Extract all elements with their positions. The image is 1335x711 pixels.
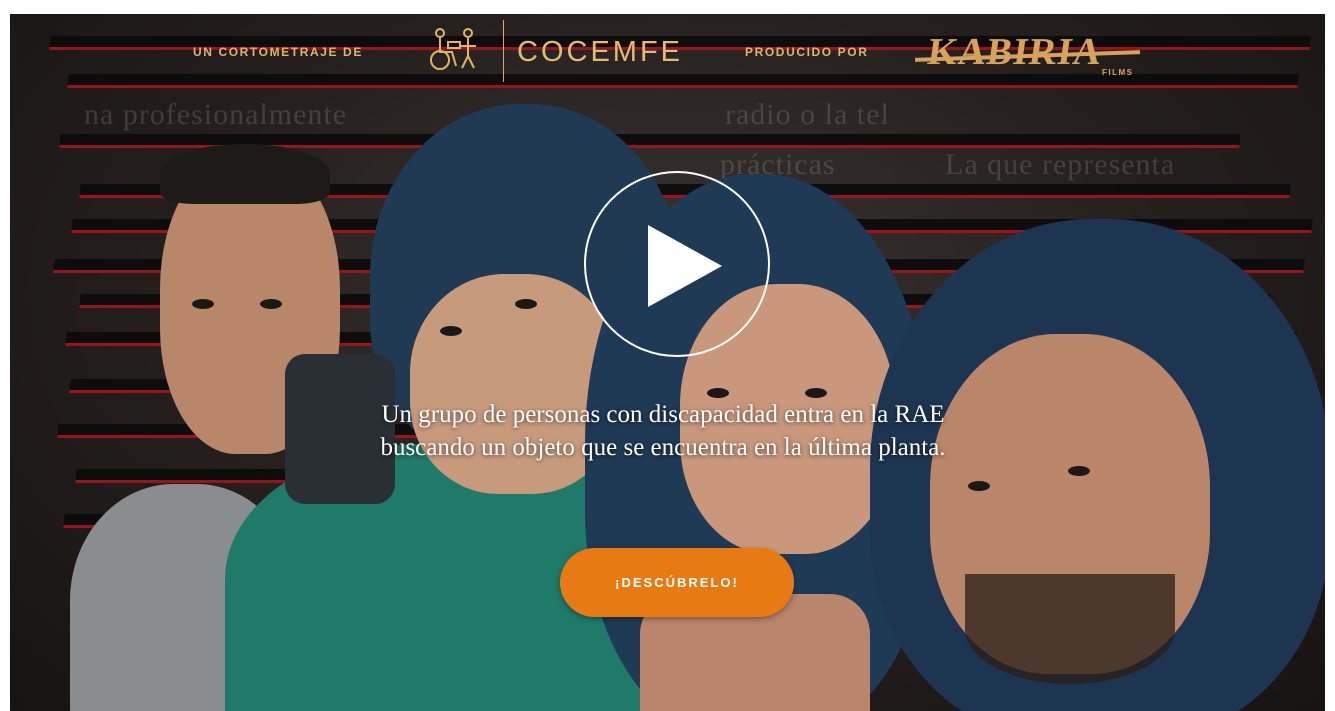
hero-banner: na profesionalmente radio o la tel práct… <box>10 14 1325 711</box>
play-icon <box>648 225 722 307</box>
discover-button[interactable]: ¡DESCÚBRELO! <box>560 548 794 617</box>
credits-header: UN CORTOMETRAJE DE COCEMFE PRODUCIDO POR… <box>10 14 1325 94</box>
produced-by-label: PRODUCIDO POR <box>745 45 869 59</box>
play-video-button[interactable] <box>584 171 770 357</box>
cocemfe-logo-text: COCEMFE <box>517 36 683 68</box>
films-label: FILMS <box>1102 68 1134 77</box>
film-synopsis: Un grupo de personas con discapacidad en… <box>380 401 946 461</box>
document-fragment: na profesionalmente <box>84 98 348 131</box>
accessibility-icon <box>430 28 476 70</box>
logo-divider <box>503 20 504 82</box>
document-fragment: radio o la tel <box>725 98 890 131</box>
document-fragment: La que representa <box>945 148 1176 181</box>
short-film-by-label: UN CORTOMETRAJE DE <box>193 45 363 59</box>
